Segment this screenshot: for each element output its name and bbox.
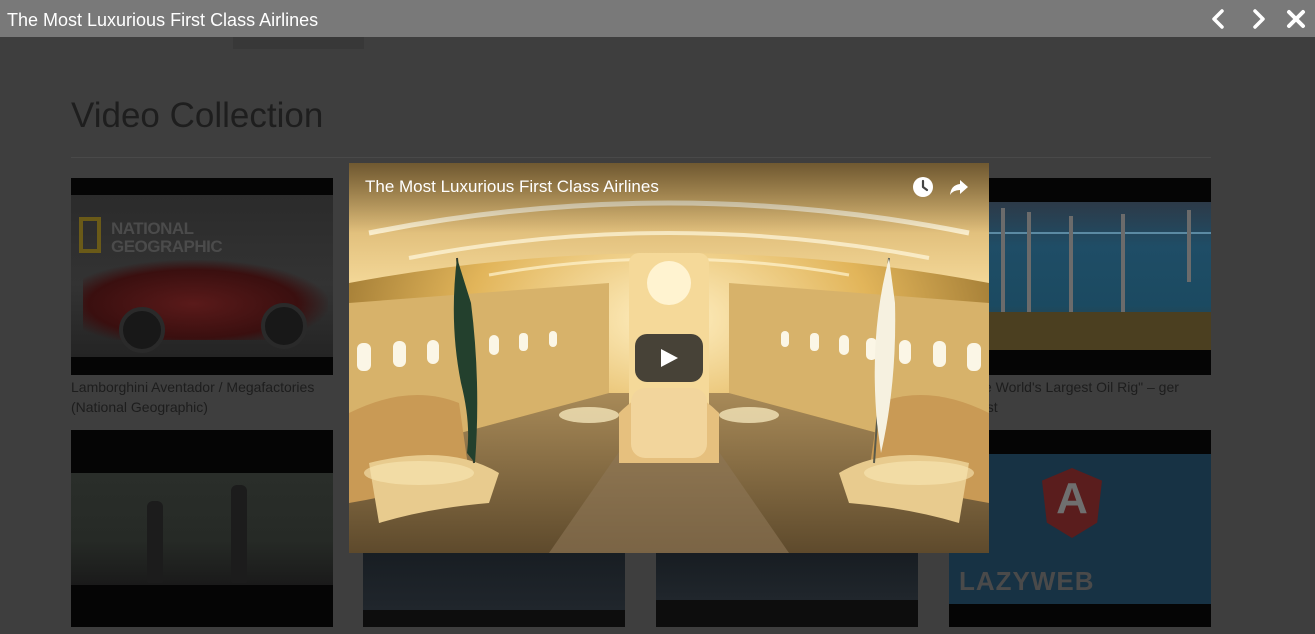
video-player[interactable]: The Most Luxurious First Class Airlines xyxy=(349,163,989,553)
lightbox-header: The Most Luxurious First Class Airlines xyxy=(0,0,1315,37)
page-heading: Video Collection xyxy=(71,96,324,135)
video-thumbnail[interactable] xyxy=(71,430,333,627)
heading-divider xyxy=(71,157,1211,158)
next-button[interactable] xyxy=(1245,6,1271,32)
natgeo-logo-text: NATIONAL GEOGRAPHIC xyxy=(111,219,223,256)
play-icon xyxy=(661,349,678,367)
lightbox-title: The Most Luxurious First Class Airlines xyxy=(7,10,319,30)
video-thumbnail[interactable]: NATIONAL GEOGRAPHIC xyxy=(71,178,333,375)
play-button[interactable] xyxy=(635,334,703,382)
close-icon xyxy=(1287,10,1305,28)
video-caption[interactable]: g "The World's Largest Oil Rig" – ger Bi… xyxy=(951,377,1213,417)
share-icon xyxy=(950,180,968,195)
video-caption[interactable]: Lamborghini Aventador / Megafactories (N… xyxy=(71,377,333,417)
chevron-right-icon xyxy=(1253,9,1265,29)
video-title[interactable]: The Most Luxurious First Class Airlines xyxy=(365,177,659,197)
watch-later-button[interactable] xyxy=(911,175,935,199)
chevron-left-icon xyxy=(1212,9,1224,29)
clock-icon xyxy=(913,177,933,197)
close-button[interactable] xyxy=(1283,6,1309,32)
lazyweb-logo-text: LAZYWEB xyxy=(959,566,1095,596)
prev-button[interactable] xyxy=(1206,6,1232,32)
natgeo-logo-icon xyxy=(79,217,101,253)
share-button[interactable] xyxy=(947,175,971,199)
